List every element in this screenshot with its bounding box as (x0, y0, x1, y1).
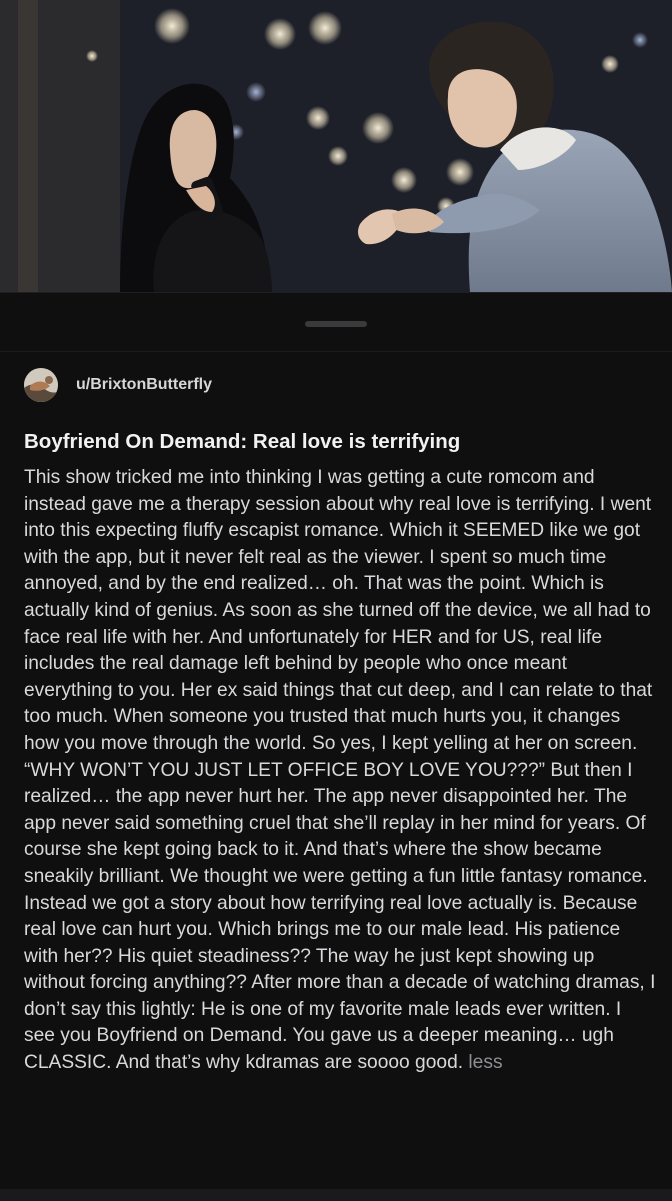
drag-handle[interactable] (305, 321, 367, 327)
bottom-bar (0, 1189, 672, 1201)
less-link[interactable]: less (468, 1052, 502, 1073)
post-body-text: This show tricked me into thinking I was… (24, 467, 656, 1074)
author-username[interactable]: u/BrixtonButterfly (76, 376, 212, 394)
drama-still-image (0, 0, 672, 292)
avatar-image (24, 368, 58, 402)
avatar[interactable] (24, 368, 58, 402)
post-body: This show tricked me into thinking I was… (24, 465, 656, 1077)
divider (0, 351, 672, 352)
header-image (0, 0, 672, 292)
post-title: Boyfriend On Demand: Real love is terrif… (24, 430, 461, 453)
author-row[interactable]: u/BrixtonButterfly (24, 367, 212, 403)
post-sheet: u/BrixtonButterfly Boyfriend On Demand: … (0, 292, 672, 1201)
